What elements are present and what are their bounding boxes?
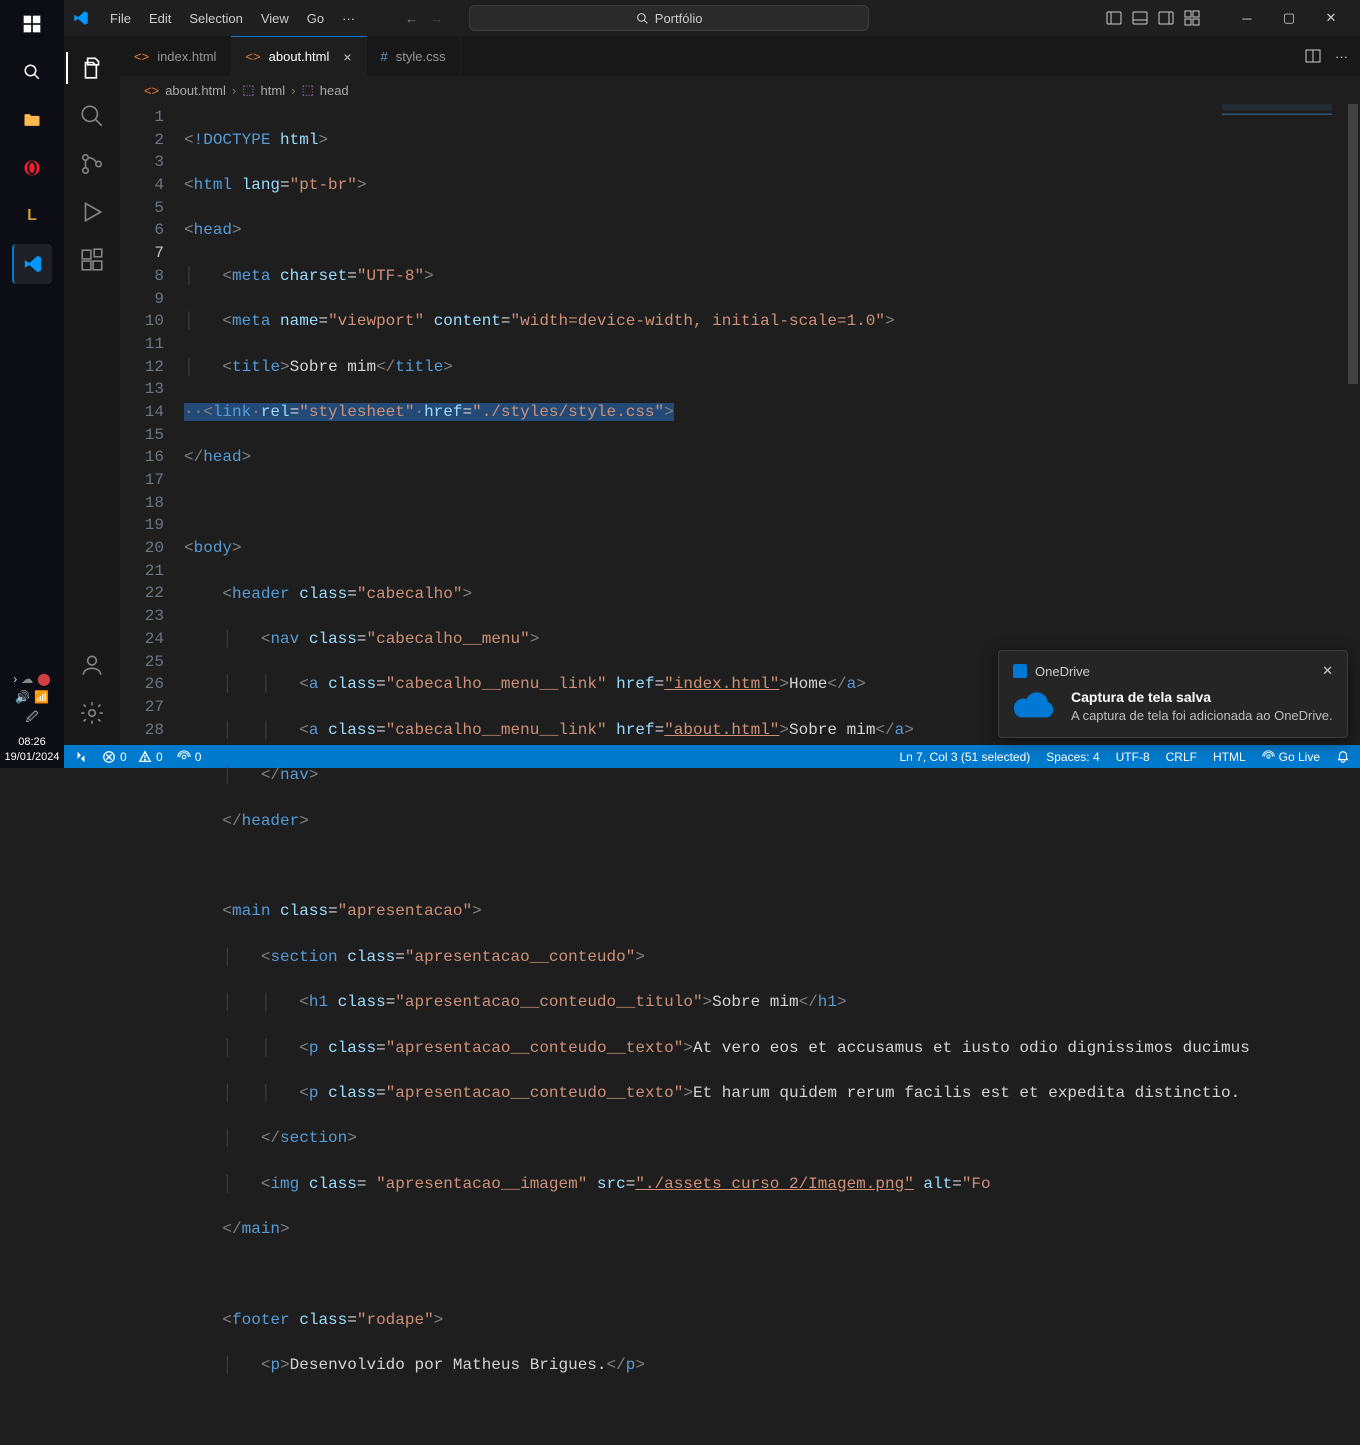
symbol-icon: ⬚ <box>301 82 313 98</box>
taskbar-clock[interactable]: 08:26 19/01/2024 <box>4 735 59 764</box>
html-file-icon: <> <box>144 83 159 98</box>
volume-icon[interactable]: 🔊 <box>15 690 30 704</box>
league-of-legends-icon[interactable]: L <box>12 196 52 236</box>
onedrive-tray-icon[interactable]: ☁ <box>21 672 33 686</box>
menu-more-icon[interactable]: ··· <box>334 7 363 30</box>
onedrive-notification: OneDrive ✕ Captura de tela salva A captu… <box>998 650 1348 738</box>
html-file-icon: <> <box>134 49 149 64</box>
menu-view[interactable]: View <box>253 7 297 30</box>
more-actions-icon[interactable]: ··· <box>1335 49 1348 64</box>
code-editor[interactable]: 1234567891011121314151617181920212223242… <box>120 104 1360 745</box>
activity-bar <box>64 36 120 745</box>
breadcrumb-item[interactable]: about.html <box>165 83 226 98</box>
settings-gear-icon[interactable] <box>66 689 118 737</box>
windows-taskbar: L › ☁ ⬤ 🔊 📶 🖉 08:26 19/01/2024 <box>0 0 64 768</box>
css-file-icon: # <box>381 49 388 64</box>
menu-go[interactable]: Go <box>299 7 332 30</box>
vscode-taskbar-icon[interactable] <box>12 244 52 284</box>
clock-time: 08:26 <box>4 735 59 749</box>
network-icon[interactable]: 📶 <box>34 690 49 704</box>
cloud-icon <box>1013 689 1057 719</box>
line-gutter: 1234567891011121314151617181920212223242… <box>120 104 184 745</box>
window-minimize-button[interactable]: ─ <box>1226 0 1268 36</box>
html-file-icon: <> <box>245 49 260 64</box>
tab-about-html[interactable]: <> about.html × <box>231 36 366 76</box>
run-debug-icon[interactable] <box>66 188 118 236</box>
language-icon[interactable]: 🖉 <box>26 708 39 729</box>
symbol-icon: ⬚ <box>242 82 254 98</box>
nav-back-icon[interactable]: ← <box>405 11 418 26</box>
chevron-right-icon: › <box>291 83 295 98</box>
vscode-logo-icon <box>72 9 92 27</box>
windows-start-icon[interactable] <box>12 4 52 44</box>
tab-label: index.html <box>157 49 216 64</box>
tab-label: style.css <box>396 49 446 64</box>
system-tray[interactable]: › ☁ ⬤ 🔊 📶 🖉 <box>8 672 56 729</box>
search-activity-icon[interactable] <box>66 92 118 140</box>
search-placeholder: Portfólio <box>655 11 703 26</box>
tab-label: about.html <box>269 49 330 64</box>
close-icon[interactable]: × <box>343 49 351 65</box>
notification-title: Captura de tela salva <box>1071 689 1333 705</box>
extensions-icon[interactable] <box>66 236 118 284</box>
vertical-scrollbar[interactable] <box>1346 104 1360 745</box>
remote-indicator[interactable] <box>74 750 88 764</box>
notification-message: A captura de tela foi adicionada ao OneD… <box>1071 707 1333 725</box>
chevron-right-icon: › <box>232 83 236 98</box>
layout-right-icon[interactable] <box>1158 10 1174 26</box>
taskbar-search-icon[interactable] <box>12 52 52 92</box>
minimap[interactable] <box>1222 104 1332 184</box>
notification-app-name: OneDrive <box>1035 664 1090 679</box>
breadcrumb-item[interactable]: head <box>320 83 349 98</box>
clock-date: 19/01/2024 <box>4 750 59 764</box>
customize-layout-icon[interactable] <box>1184 10 1200 26</box>
layout-left-icon[interactable] <box>1106 10 1122 26</box>
opera-icon[interactable] <box>12 148 52 188</box>
problems-errors[interactable]: 0 0 <box>102 750 163 764</box>
source-control-icon[interactable] <box>66 140 118 188</box>
titlebar: File Edit Selection View Go ··· ← → Port… <box>64 0 1360 36</box>
code-content[interactable]: <!DOCTYPE html> <html lang="pt-br"> <hea… <box>184 104 1346 745</box>
window-maximize-button[interactable]: ▢ <box>1268 0 1310 36</box>
close-icon[interactable]: ✕ <box>1322 663 1333 679</box>
menu-edit[interactable]: Edit <box>141 7 179 30</box>
accounts-icon[interactable] <box>66 641 118 689</box>
explorer-icon[interactable] <box>66 44 118 92</box>
chevron-right-icon[interactable]: › <box>13 672 17 686</box>
onedrive-small-icon <box>1013 664 1027 678</box>
menu-file[interactable]: File <box>102 7 139 30</box>
layout-bottom-icon[interactable] <box>1132 10 1148 26</box>
breadcrumb[interactable]: <> about.html › ⬚ html › ⬚ head <box>120 76 1360 104</box>
editor-tabs: <> index.html <> about.html × # style.cs… <box>120 36 1360 76</box>
breadcrumb-item[interactable]: html <box>261 83 286 98</box>
command-center-search[interactable]: Portfólio <box>469 5 869 31</box>
tab-style-css[interactable]: # style.css <box>367 36 461 76</box>
tab-index-html[interactable]: <> index.html <box>120 36 231 76</box>
shield-tray-icon[interactable]: ⬤ <box>37 672 50 686</box>
nav-forward-icon[interactable]: → <box>430 11 443 26</box>
window-close-button[interactable]: ✕ <box>1310 0 1352 36</box>
split-editor-icon[interactable] <box>1305 48 1321 64</box>
file-explorer-icon[interactable] <box>12 100 52 140</box>
menu-selection[interactable]: Selection <box>181 7 250 30</box>
